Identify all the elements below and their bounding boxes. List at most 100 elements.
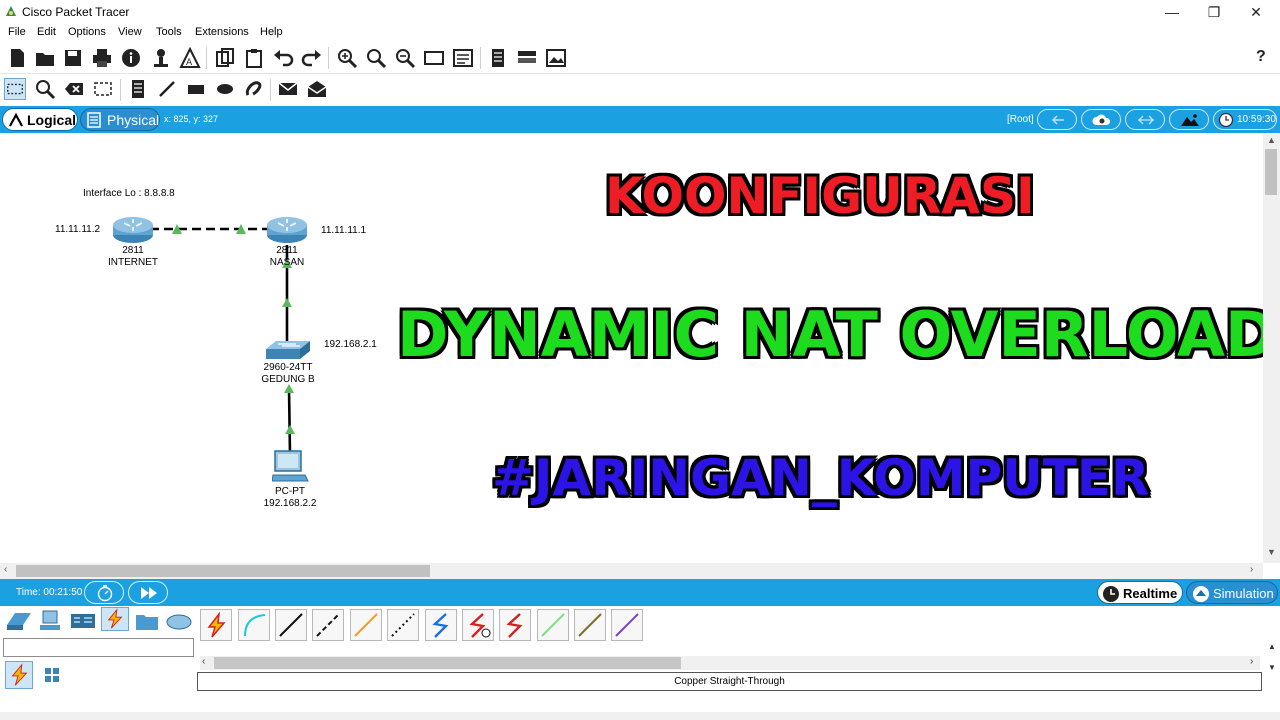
- physical-icon: [87, 112, 101, 128]
- select-icon[interactable]: [4, 78, 26, 100]
- zoom-in-icon[interactable]: [336, 47, 358, 69]
- copy-icon[interactable]: [214, 47, 236, 69]
- device-panel-vertical-scrollbar[interactable]: ▲ ▼: [1265, 606, 1280, 696]
- switch-icon[interactable]: [264, 339, 312, 361]
- open-folder-icon[interactable]: [34, 47, 56, 69]
- maximize-button[interactable]: ❐: [1194, 0, 1234, 24]
- help-icon[interactable]: ?: [1256, 48, 1266, 66]
- router-nasan-icon[interactable]: [266, 215, 308, 245]
- scroll-thumb[interactable]: [214, 657, 681, 669]
- router-nasan-name: NASAN: [269, 257, 305, 268]
- resize-shape-icon[interactable]: [92, 78, 114, 100]
- physical-tab[interactable]: Physical: [80, 108, 160, 131]
- miscellaneous-category-icon[interactable]: [133, 609, 161, 633]
- logical-tab[interactable]: Logical: [2, 108, 78, 131]
- custom-device-icon[interactable]: [452, 47, 474, 69]
- scroll-up-arrow-icon[interactable]: ▲: [1267, 135, 1276, 145]
- menu-options[interactable]: Options: [68, 26, 106, 38]
- back-button[interactable]: [1037, 109, 1077, 130]
- scroll-thumb[interactable]: [16, 565, 430, 577]
- cable-fiber[interactable]: [350, 609, 382, 641]
- device-search-input[interactable]: [3, 638, 194, 657]
- scroll-thumb[interactable]: [1265, 149, 1277, 195]
- scroll-right-arrow-icon[interactable]: ›: [1250, 564, 1253, 575]
- activity-wizard-icon[interactable]: A: [179, 47, 201, 69]
- info-icon[interactable]: [120, 47, 142, 69]
- cable-copper-cross[interactable]: [312, 609, 344, 641]
- cluster-button[interactable]: [1081, 109, 1121, 130]
- connections-subcategory-icon[interactable]: [5, 661, 33, 689]
- scroll-left-arrow-icon[interactable]: ‹: [4, 564, 7, 575]
- physical-tab-label: Physical: [107, 112, 160, 128]
- freeform-icon[interactable]: [243, 78, 265, 100]
- zoom-out-icon[interactable]: [394, 47, 416, 69]
- menu-view[interactable]: View: [118, 26, 142, 38]
- draw-rectangle-icon[interactable]: [185, 78, 207, 100]
- undo-icon[interactable]: [272, 47, 294, 69]
- draw-line-icon[interactable]: [156, 78, 178, 100]
- menu-extensions[interactable]: Extensions: [195, 26, 249, 38]
- router-internet-model: 2811: [122, 245, 144, 256]
- simple-pdu-icon[interactable]: [277, 78, 299, 100]
- redo-icon[interactable]: [301, 47, 323, 69]
- network-devices-category-icon[interactable]: [5, 609, 33, 633]
- packet-tracer-logo-icon: [6, 6, 16, 16]
- save-icon[interactable]: [62, 47, 84, 69]
- print-icon[interactable]: [91, 47, 113, 69]
- viewport-button[interactable]: [1125, 109, 1165, 130]
- cable-phone[interactable]: [387, 609, 419, 641]
- cable-serial-dte[interactable]: [499, 609, 531, 641]
- network-wizard-icon[interactable]: [150, 47, 172, 69]
- scroll-down-arrow-icon[interactable]: ▼: [1267, 547, 1276, 557]
- menu-help[interactable]: Help: [260, 26, 283, 38]
- logical-workspace[interactable]: 2811 INTERNET 11.11.11.2 Interface Lo : …: [0, 133, 1263, 563]
- grid-subcategory-icon[interactable]: [38, 661, 66, 689]
- notes-icon[interactable]: [487, 47, 509, 69]
- device-template-icon[interactable]: [516, 47, 538, 69]
- paste-icon[interactable]: [243, 47, 265, 69]
- end-devices-category-icon[interactable]: [37, 609, 65, 633]
- cable-console[interactable]: [238, 609, 270, 641]
- pc-icon[interactable]: [272, 449, 310, 483]
- components-category-icon[interactable]: [69, 609, 97, 633]
- background-button[interactable]: [1169, 109, 1209, 130]
- menu-file[interactable]: File: [8, 26, 26, 38]
- cable-octal[interactable]: [537, 609, 569, 641]
- cable-coaxial[interactable]: [425, 609, 457, 641]
- router-internet-icon[interactable]: [112, 215, 154, 245]
- scroll-right-arrow-icon[interactable]: ›: [1250, 656, 1253, 667]
- screenshot-icon[interactable]: [545, 47, 567, 69]
- cable-copper-straight[interactable]: [275, 609, 307, 641]
- scroll-up-arrow-icon[interactable]: ▲: [1268, 642, 1276, 651]
- cable-serial-dce[interactable]: [462, 609, 494, 641]
- cable-iot[interactable]: [574, 609, 606, 641]
- scroll-down-arrow-icon[interactable]: ▼: [1268, 663, 1276, 672]
- inspect-icon[interactable]: [34, 78, 56, 100]
- device-list-scrollbar[interactable]: ‹ ›: [200, 656, 1260, 670]
- connections-category-icon[interactable]: [101, 607, 129, 631]
- fast-forward-button[interactable]: [128, 581, 168, 604]
- scroll-left-arrow-icon[interactable]: ‹: [202, 656, 205, 667]
- complex-pdu-icon[interactable]: [306, 78, 328, 100]
- cable-automatic[interactable]: [200, 609, 232, 641]
- workspace-horizontal-scrollbar[interactable]: ‹ ›: [0, 563, 1263, 579]
- menu-edit[interactable]: Edit: [37, 26, 56, 38]
- power-cycle-button[interactable]: [84, 581, 124, 604]
- workspace-vertical-scrollbar[interactable]: ▲ ▼: [1263, 133, 1280, 563]
- zoom-reset-icon[interactable]: [365, 47, 387, 69]
- drawing-palette-icon[interactable]: [423, 47, 445, 69]
- menu-tools[interactable]: Tools: [156, 26, 182, 38]
- cable-usb[interactable]: [611, 609, 643, 641]
- router-nasan-model: 2811: [276, 245, 298, 256]
- new-file-icon[interactable]: [6, 47, 28, 69]
- minimize-button[interactable]: —: [1152, 0, 1192, 24]
- place-note-icon[interactable]: [127, 78, 149, 100]
- realtime-button[interactable]: Realtime: [1097, 581, 1183, 604]
- draw-ellipse-icon[interactable]: [214, 78, 236, 100]
- root-label[interactable]: [Root]: [1007, 114, 1034, 125]
- delete-icon[interactable]: [63, 78, 85, 100]
- simulation-button[interactable]: Simulation: [1186, 581, 1278, 604]
- multiuser-category-icon[interactable]: [165, 609, 193, 633]
- close-button[interactable]: ✕: [1236, 0, 1276, 24]
- serial-dce-cable-icon: [469, 613, 491, 638]
